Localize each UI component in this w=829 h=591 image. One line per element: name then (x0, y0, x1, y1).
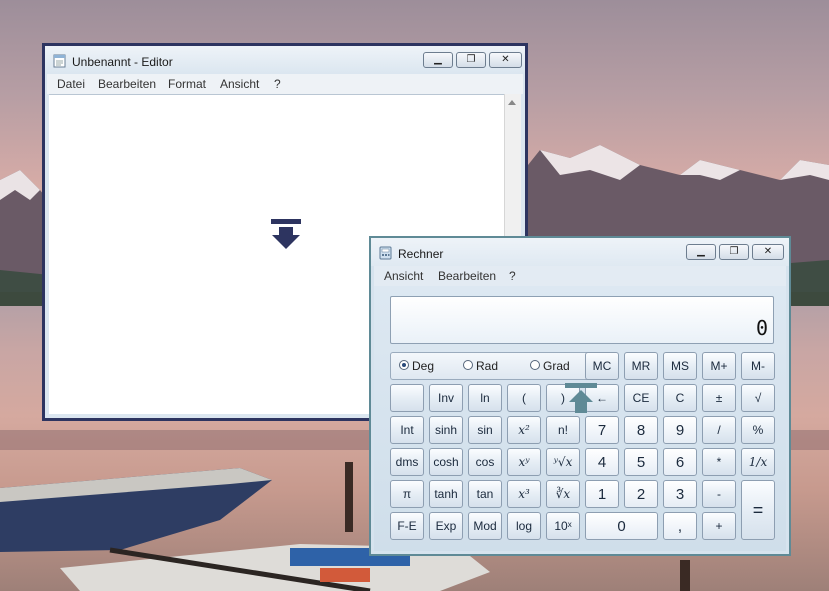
key-0[interactable]: 0 (585, 512, 658, 540)
key-cosh[interactable]: cosh (429, 448, 463, 476)
radio-deg-label: Deg (412, 359, 435, 373)
key-mod[interactable]: Mod (468, 512, 502, 540)
minimize-icon: ▁ (697, 246, 705, 257)
key-mplus[interactable]: M+ (702, 352, 736, 380)
radio-rad-label: Rad (476, 359, 499, 373)
key-3[interactable]: 3 (663, 480, 697, 508)
menu-bearbeiten[interactable]: Bearbeiten (98, 77, 156, 91)
key-7[interactable]: 7 (585, 416, 619, 444)
key-ms[interactable]: MS (663, 352, 697, 380)
key-cos[interactable]: cos (468, 448, 502, 476)
key-int[interactable]: Int (390, 416, 424, 444)
editor-close-button[interactable]: ✕ (489, 52, 522, 68)
key-log[interactable]: log (507, 512, 541, 540)
snap-up-arrow-icon (565, 383, 597, 413)
radio-deg-indicator[interactable] (399, 360, 409, 370)
key-2[interactable]: 2 (624, 480, 658, 508)
key-4[interactable]: 4 (585, 448, 619, 476)
key-blank[interactable] (390, 384, 424, 412)
key-x-squared-label: x² (518, 423, 530, 437)
calculator-maximize-button[interactable]: ❐ (719, 244, 749, 260)
key-reciprocal-label: 1/x (748, 455, 768, 469)
editor-minimize-button[interactable]: ▁ (423, 52, 453, 68)
key-y-root-x-label: ʸ√x (553, 455, 573, 469)
menu-help[interactable]: ? (274, 77, 281, 91)
key-tanh[interactable]: tanh (429, 480, 463, 508)
close-icon: ✕ (763, 246, 773, 257)
key-x-cubed[interactable]: x³ (507, 480, 541, 508)
calculator-close-button[interactable]: ✕ (752, 244, 784, 260)
key-fe[interactable]: F-E (390, 512, 424, 540)
key-dms[interactable]: dms (390, 448, 424, 476)
editor-menubar: Datei Bearbeiten Format Ansicht ? (47, 74, 523, 94)
key-ln[interactable]: ln (468, 384, 502, 412)
angle-unit-group: Deg Rad Grad (390, 352, 597, 380)
key-5[interactable]: 5 (624, 448, 658, 476)
key-x-power-y[interactable]: xʸ (507, 448, 541, 476)
menu-bearbeiten[interactable]: Bearbeiten (438, 269, 496, 283)
calculator-title: Rechner (398, 247, 444, 261)
key-comma[interactable]: , (663, 512, 697, 540)
calculator-icon (379, 246, 392, 260)
key-1[interactable]: 1 (585, 480, 619, 508)
close-icon: ✕ (501, 54, 510, 65)
key-x-cubed-label: x³ (518, 487, 530, 501)
scroll-up-arrow-icon[interactable] (508, 100, 516, 105)
key-y-root-x[interactable]: ʸ√x (546, 448, 580, 476)
key-plus[interactable]: + (702, 512, 736, 540)
key-mc[interactable]: MC (585, 352, 619, 380)
calculator-titlebar[interactable]: Rechner ▁ ❐ ✕ (371, 238, 789, 266)
menu-datei[interactable]: Datei (57, 77, 85, 91)
key-ten-power-x[interactable]: 10ˣ (546, 512, 580, 540)
key-exp[interactable]: Exp (429, 512, 463, 540)
notepad-icon (53, 54, 66, 68)
editor-maximize-button[interactable]: ❐ (456, 52, 486, 68)
key-pi[interactable]: π (390, 480, 424, 508)
key-ten-power-x-label: 10ˣ (554, 519, 572, 533)
key-mr[interactable]: MR (624, 352, 658, 380)
key-divide[interactable]: / (702, 416, 736, 444)
key-x-squared[interactable]: x² (507, 416, 541, 444)
key-plusminus[interactable]: ± (702, 384, 736, 412)
display-value: 0 (755, 316, 768, 340)
menu-format[interactable]: Format (168, 77, 206, 91)
calculator-body: 0 Deg Rad Grad MC MR MS M+ M- Inv ln ()… (374, 286, 786, 551)
key-inv[interactable]: Inv (429, 384, 463, 412)
key-8[interactable]: 8 (624, 416, 658, 444)
key-sin[interactable]: sin (468, 416, 502, 444)
radio-rad-indicator[interactable] (463, 360, 473, 370)
key-sinh[interactable]: sinh (429, 416, 463, 444)
key-ce[interactable]: CE (624, 384, 658, 412)
key-paren-open[interactable]: ( (507, 384, 541, 412)
key-6[interactable]: 6 (663, 448, 697, 476)
key-mminus[interactable]: M- (741, 352, 775, 380)
editor-titlebar[interactable]: Unbenannt - Editor ▁ ❐ ✕ (45, 46, 525, 74)
key-c[interactable]: C (663, 384, 697, 412)
editor-title: Unbenannt - Editor (72, 55, 173, 69)
key-cube-root-label: ∛x (555, 487, 571, 501)
calculator-minimize-button[interactable]: ▁ (686, 244, 716, 260)
key-multiply[interactable]: * (702, 448, 736, 476)
key-minus[interactable]: - (702, 480, 736, 508)
menu-ansicht[interactable]: Ansicht (220, 77, 259, 91)
radio-grad-label: Grad (543, 359, 570, 373)
key-reciprocal[interactable]: 1/x (741, 448, 775, 476)
key-sqrt[interactable]: √ (741, 384, 775, 412)
key-9[interactable]: 9 (663, 416, 697, 444)
key-x-power-y-label: xʸ (518, 455, 530, 469)
key-cube-root[interactable]: ∛x (546, 480, 580, 508)
calculator-display: 0 (390, 296, 774, 344)
key-factorial[interactable]: n! (546, 416, 580, 444)
restore-icon: ❐ (466, 54, 476, 65)
key-equals[interactable]: = (741, 480, 775, 540)
restore-icon: ❐ (729, 246, 739, 257)
key-percent[interactable]: % (741, 416, 775, 444)
radio-grad-indicator[interactable] (530, 360, 540, 370)
key-tan[interactable]: tan (468, 480, 502, 508)
menu-help[interactable]: ? (509, 269, 516, 283)
snap-down-arrow-icon (271, 219, 301, 249)
menu-ansicht[interactable]: Ansicht (384, 269, 423, 283)
minimize-icon: ▁ (434, 54, 442, 65)
calculator-menubar: Ansicht Bearbeiten ? (374, 266, 786, 286)
